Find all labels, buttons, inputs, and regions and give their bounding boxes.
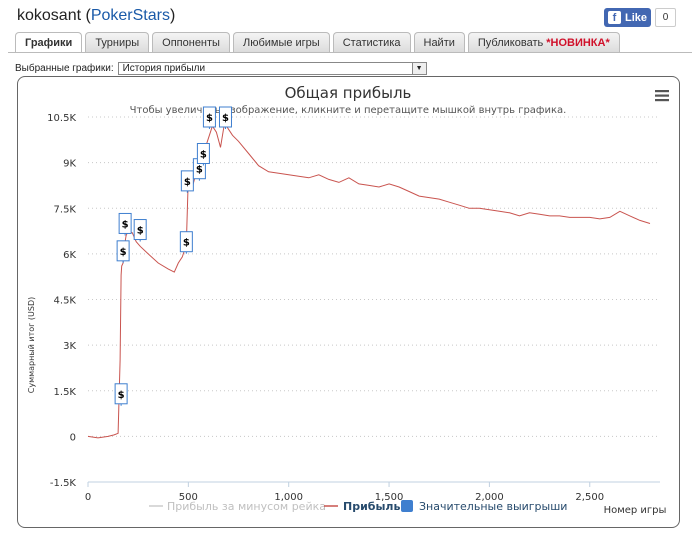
big-win-flag: $ [133, 219, 147, 242]
y-tick-label: 7.5K [54, 204, 77, 215]
tab-charts[interactable]: Графики [15, 32, 83, 53]
chart-selector-row: Выбранные графики: История прибыли ▼ [15, 62, 427, 75]
tab-label: Публиковать [477, 36, 544, 49]
profit-chart[interactable]: Общая прибыль Чтобы увеличить изображени… [18, 77, 681, 529]
flag-label: $ [222, 113, 229, 124]
flag-label: $ [137, 226, 144, 237]
tab-label: Турниры [95, 36, 140, 49]
chart-menu-icon[interactable] [655, 90, 669, 102]
y-tick-label: 9K [63, 159, 76, 170]
flag-label: $ [200, 150, 207, 161]
tab-tournaments[interactable]: Турниры [85, 32, 150, 52]
dropdown-arrow-icon[interactable]: ▼ [411, 63, 426, 74]
big-win-flag: $ [196, 143, 210, 166]
tab-favorite-games[interactable]: Любимые игры [232, 32, 330, 52]
flag-label: $ [118, 390, 125, 401]
y-tick-label: 10.5K [47, 113, 76, 124]
legend-item-big-wins[interactable]: Значительные выигрыши [401, 500, 567, 513]
y-tick-label: 6K [63, 250, 76, 261]
flag-label: $ [196, 165, 203, 176]
big-win-flag: $ [202, 106, 216, 129]
tab-bar: Графики Турниры Оппоненты Любимые игры С… [15, 32, 690, 53]
chart-panel: Общая прибыль Чтобы увеличить изображени… [17, 76, 680, 528]
big-wins-markers: $ $ $ $ $ $ $ $ $ $ [114, 106, 232, 406]
y-tick-label: 1.5K [54, 387, 77, 398]
x-tick-label: 0 [85, 492, 91, 503]
y-axis-ticks: -1.5K 0 1.5K 3K 4.5K 6K 7.5K 9K 10.5K [47, 113, 76, 489]
big-win-flag: $ [180, 170, 194, 193]
flag-label: $ [183, 238, 190, 249]
flag-label: $ [120, 247, 127, 258]
tab-divider [8, 52, 692, 53]
tab-search[interactable]: Найти [413, 32, 465, 52]
facebook-icon: f [608, 11, 621, 24]
like-count: 0 [655, 8, 676, 27]
tab-label: Статистика [342, 36, 401, 49]
tab-opponents[interactable]: Оппоненты [152, 32, 230, 52]
legend-item-rake[interactable]: Прибыль за минусом рейка [149, 500, 326, 513]
y-tick-label: 0 [70, 432, 76, 443]
like-label: Like [625, 11, 648, 24]
chart-selector-dropdown[interactable]: История прибыли ▼ [117, 62, 427, 75]
legend-label-profit: Прибыль [343, 500, 400, 513]
facebook-like-button[interactable]: f Like [604, 8, 651, 27]
tab-label: Оппоненты [162, 36, 220, 49]
y-tick-label: 4.5K [54, 296, 77, 307]
flag-label: $ [184, 177, 191, 188]
legend-label-rake: Прибыль за минусом рейка [167, 500, 326, 513]
site-name-link[interactable]: PokerStars [91, 7, 170, 24]
flag-label: $ [206, 113, 213, 124]
player-heading: kokosant (PokerStars) [17, 7, 176, 24]
tab-label: Графики [25, 37, 73, 49]
tab-statistics[interactable]: Статистика [332, 32, 411, 52]
big-win-flag: $ [218, 106, 232, 129]
player-name: kokosant [17, 7, 82, 24]
chart-title: Общая прибыль [285, 84, 412, 102]
y-tick-label: 3K [63, 341, 76, 352]
tab-label: Найти [423, 36, 455, 49]
big-win-flag: $ [114, 383, 128, 406]
y-axis-title: Суммарный итог (USD) [27, 297, 36, 394]
chart-selector-value: История прибыли [122, 63, 206, 74]
chart-subtitle: Чтобы увеличить изображение, кликните и … [130, 105, 567, 116]
tab-label: Любимые игры [242, 36, 320, 49]
big-win-flag: $ [116, 240, 130, 263]
x-axis-title: Номер игры [604, 505, 667, 516]
big-win-flag: $ [118, 212, 132, 236]
y-tick-label: -1.5K [50, 478, 77, 489]
legend-label-big-wins: Значительные выигрыши [419, 500, 567, 513]
x-tick-label: 2,500 [575, 492, 604, 503]
big-win-flag: $ [179, 231, 193, 254]
chart-legend: Прибыль за минусом рейка Прибыль Значите… [149, 500, 567, 513]
chart-selector-label: Выбранные графики: [15, 63, 114, 74]
legend-item-profit[interactable]: Прибыль [324, 500, 400, 513]
new-badge: *НОВИНКА* [546, 36, 610, 49]
title-bar: kokosant (PokerStars) f Like 0 [0, 0, 700, 30]
flag-label: $ [122, 219, 129, 230]
chart-grid [88, 116, 660, 483]
tab-publish[interactable]: Публиковать *НОВИНКА* [467, 32, 620, 52]
